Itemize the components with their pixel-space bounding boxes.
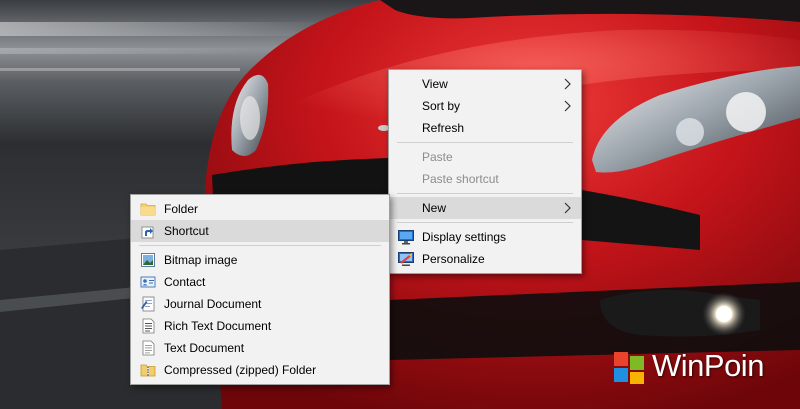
bitmap-image-icon	[141, 253, 155, 267]
menu-item-new[interactable]: New	[389, 197, 581, 219]
menu-item-new-label: New	[422, 201, 447, 215]
new-item-contact-label: Contact	[164, 275, 206, 289]
menu-item-paste[interactable]: Paste	[389, 146, 581, 168]
menu-item-refresh[interactable]: Refresh	[389, 117, 581, 139]
rich-text-document-icon	[142, 318, 155, 334]
new-item-text-document[interactable]: Text Document	[131, 337, 389, 359]
desktop-context-menu: View Sort by Refresh Paste Paste shortcu…	[388, 69, 582, 274]
menu-separator	[397, 142, 573, 143]
menu-item-paste-shortcut[interactable]: Paste shortcut	[389, 168, 581, 190]
journal-document-icon	[141, 296, 155, 312]
new-item-folder-label: Folder	[164, 202, 199, 216]
new-item-bitmap-image[interactable]: Bitmap image	[131, 249, 389, 271]
chevron-right-icon	[564, 100, 571, 112]
new-item-journal-document-label: Journal Document	[164, 297, 262, 311]
new-item-text-document-label: Text Document	[164, 341, 245, 355]
menu-item-sort-by[interactable]: Sort by	[389, 95, 581, 117]
chevron-right-icon	[564, 78, 571, 90]
menu-item-paste-label: Paste	[422, 150, 453, 164]
windows-logo-icon	[614, 352, 644, 384]
personalize-icon	[398, 252, 414, 266]
watermark-text: WinPoin	[652, 348, 764, 383]
chevron-right-icon	[564, 202, 571, 214]
menu-separator	[397, 193, 573, 194]
new-item-compressed-folder[interactable]: Compressed (zipped) Folder	[131, 359, 389, 381]
menu-item-display-settings-label: Display settings	[422, 230, 507, 244]
new-item-shortcut[interactable]: Shortcut	[131, 220, 389, 242]
new-item-bitmap-image-label: Bitmap image	[164, 253, 238, 267]
menu-item-refresh-label: Refresh	[422, 121, 465, 135]
new-item-rich-text-document[interactable]: Rich Text Document	[131, 315, 389, 337]
menu-item-personalize-label: Personalize	[422, 252, 485, 266]
folder-icon	[140, 203, 156, 216]
new-item-rich-text-document-label: Rich Text Document	[164, 319, 272, 333]
menu-item-view[interactable]: View	[389, 73, 581, 95]
new-item-shortcut-label: Shortcut	[164, 224, 209, 238]
menu-item-display-settings[interactable]: Display settings	[389, 226, 581, 248]
new-item-contact[interactable]: Contact	[131, 271, 389, 293]
menu-item-paste-shortcut-label: Paste shortcut	[422, 172, 499, 186]
menu-separator	[397, 222, 573, 223]
menu-item-view-label: View	[422, 77, 448, 91]
shortcut-arrow-icon	[141, 226, 154, 239]
monitor-icon	[398, 230, 414, 245]
zipped-folder-icon	[140, 364, 156, 377]
menu-item-personalize[interactable]: Personalize	[389, 248, 581, 270]
new-item-compressed-folder-label: Compressed (zipped) Folder	[164, 363, 317, 377]
text-document-icon	[142, 340, 155, 356]
new-item-folder[interactable]: Folder	[131, 198, 389, 220]
contact-card-icon	[140, 276, 156, 288]
menu-separator	[139, 245, 381, 246]
menu-item-sort-by-label: Sort by	[422, 99, 461, 113]
new-item-journal-document[interactable]: Journal Document	[131, 293, 389, 315]
new-submenu: Folder Shortcut Bitmap image Contact Jou…	[130, 194, 390, 385]
